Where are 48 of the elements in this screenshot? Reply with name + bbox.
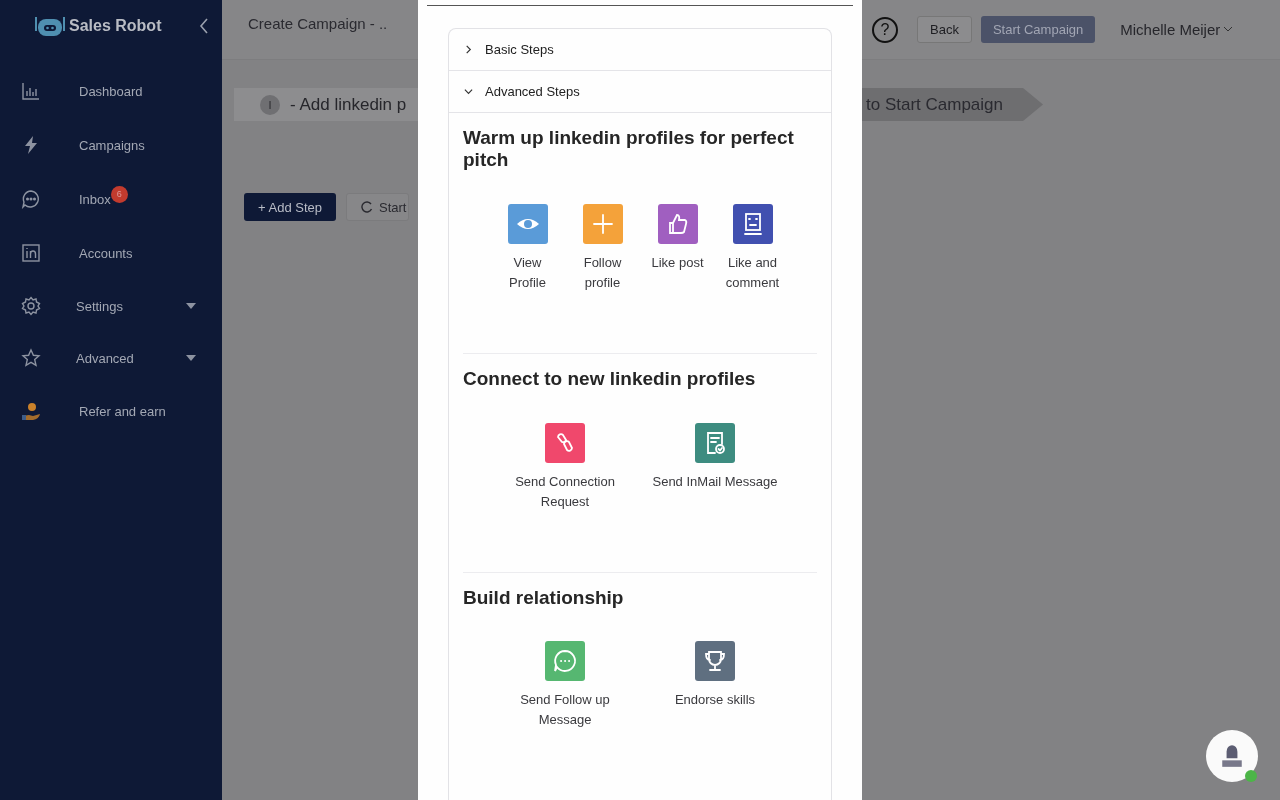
step-option-label[interactable]: View Profile (490, 252, 565, 293)
avatar-icon (1219, 743, 1245, 769)
sidebar-item[interactable]: Accounts (0, 226, 222, 280)
unread-count-badge: 6 (110, 185, 128, 203)
document-check-icon[interactable] (695, 422, 735, 463)
caret-icon (1224, 27, 1233, 32)
start-button[interactable]: Start (346, 193, 410, 221)
refresh-icon (361, 201, 373, 213)
brand-name: Sales Robot (69, 17, 162, 35)
step-option-label[interactable]: Endorse skills (670, 690, 760, 711)
settings-icon (21, 296, 41, 316)
section-title: Connect to new linkedin profiles (463, 367, 757, 390)
eye-icon[interactable] (507, 203, 548, 244)
accordion-header[interactable]: Basic Steps (449, 29, 831, 71)
bar-chart-icon (21, 81, 41, 101)
step-option-label[interactable]: Like post (647, 252, 708, 273)
page-title: Create Campaign - .. (248, 15, 388, 32)
step-option-label[interactable]: Follow profile (565, 252, 640, 293)
section-title: Build relationship (463, 586, 625, 609)
back-button[interactable]: Back (917, 16, 972, 43)
face-icon[interactable] (732, 203, 773, 244)
step-option-label[interactable]: Send Follow up Message (490, 690, 640, 731)
step-option-label[interactable]: Like and comment (715, 252, 790, 293)
sidebar-item[interactable]: Refer and earn (0, 384, 222, 438)
collapse-icon[interactable] (199, 18, 209, 34)
chat-widget-button[interactable] (1206, 730, 1258, 782)
add-step-button[interactable]: + Add Step (244, 193, 336, 221)
sidebar-item[interactable]: Dashboard (0, 64, 222, 118)
link-icon[interactable] (545, 422, 585, 463)
sidebar-item[interactable]: Inbox 6 (0, 172, 222, 226)
sidebar-item[interactable]: Campaigns (0, 118, 222, 172)
accordion-header[interactable]: Advanced Steps (449, 71, 831, 113)
sidebar-item[interactable]: Advanced (0, 332, 222, 384)
chat-bubble-icon[interactable] (545, 641, 585, 682)
linkedin-icon (21, 243, 41, 263)
step-option-label[interactable]: Send InMail Message (648, 471, 782, 492)
step-option-label[interactable]: Send Connection Request (490, 471, 640, 512)
help-button[interactable]: ? (872, 16, 898, 43)
thumbs-up-icon[interactable] (657, 203, 698, 244)
hand-coin-icon (21, 401, 41, 421)
star-icon (21, 348, 41, 368)
user-menu[interactable]: Michelle Meijer (1120, 21, 1221, 38)
section-title: Warm up linkedin profiles for perfect pitch (463, 127, 795, 171)
trophy-icon[interactable] (695, 641, 735, 682)
chat-bubble-icon (21, 189, 41, 209)
step-label: - Add linkedin p (290, 94, 407, 115)
sidebar-item[interactable]: Settings (0, 280, 222, 332)
robot-logo-icon (35, 15, 65, 37)
